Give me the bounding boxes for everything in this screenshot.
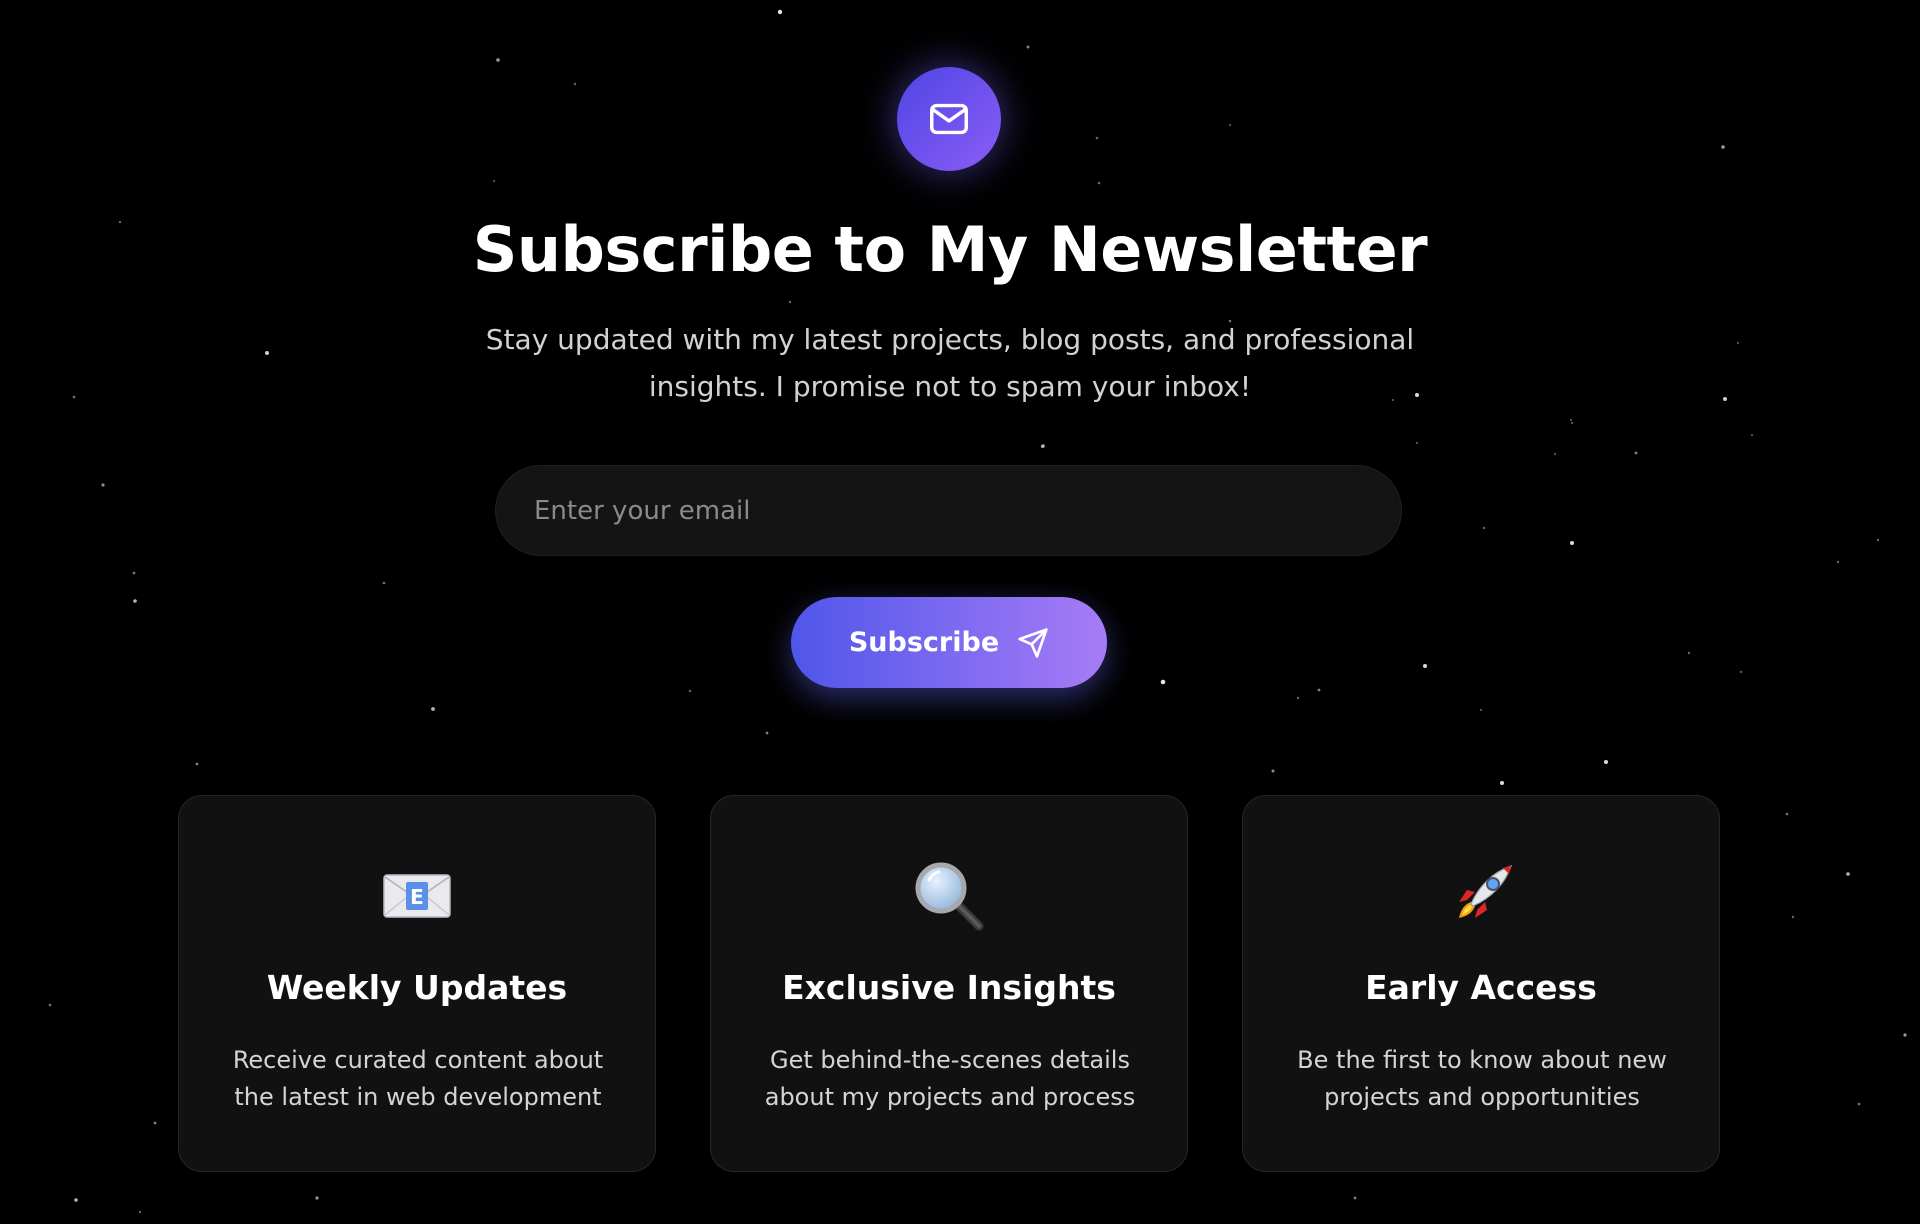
mail-icon (930, 103, 968, 135)
feature-title: Weekly Updates (266, 968, 568, 1007)
newsletter-page: Subscribe to My Newsletter Stay updated … (0, 0, 1920, 1224)
feature-card-exclusive-insights: Exclusive Insights Get behind-the-scenes… (710, 795, 1188, 1172)
feature-description-line-2: about my projects and process (764, 1083, 1136, 1111)
feature-card-early-access: Early Access Be the first to know about … (1242, 795, 1720, 1172)
page-subtitle: Stay updated with my latest projects, bl… (450, 316, 1450, 410)
page-title: Subscribe to My Newsletter (472, 213, 1428, 286)
rocket-emoji-icon (1243, 856, 1719, 936)
feature-description-line-2: projects and opportunities (1324, 1083, 1640, 1111)
svg-text:E: E (410, 885, 424, 909)
feature-description: Receive curated content about the latest… (219, 1042, 617, 1116)
feature-description: Get behind-the-scenes details about my p… (751, 1042, 1149, 1116)
feature-title: Early Access (1365, 968, 1597, 1007)
feature-description-line-1: Get behind-the-scenes details (770, 1046, 1130, 1074)
feature-description-line-1: Receive curated content about (232, 1046, 604, 1074)
subtitle-line-2: insights. I promise not to spam your inb… (648, 370, 1252, 403)
mail-icon-badge (897, 67, 1001, 171)
magnifying-glass-emoji-icon (711, 856, 1187, 936)
feature-card-weekly-updates: E Weekly Updates Receive curated content… (178, 795, 656, 1172)
feature-description-line-2: the latest in web development (234, 1083, 602, 1111)
subscribe-button-label: Subscribe (848, 627, 1000, 658)
send-icon (1018, 627, 1048, 658)
newsletter-section: Subscribe to My Newsletter Stay updated … (0, 0, 1920, 1224)
feature-title: Exclusive Insights (782, 968, 1116, 1007)
feature-description-line-1: Be the first to know about new (1297, 1046, 1667, 1074)
envelope-emoji-icon: E (179, 856, 655, 936)
email-input[interactable] (495, 465, 1402, 556)
feature-description: Be the first to know about new projects … (1283, 1042, 1681, 1116)
subscribe-button[interactable]: Subscribe (791, 597, 1107, 688)
subtitle-line-1: Stay updated with my latest projects, bl… (485, 323, 1415, 356)
